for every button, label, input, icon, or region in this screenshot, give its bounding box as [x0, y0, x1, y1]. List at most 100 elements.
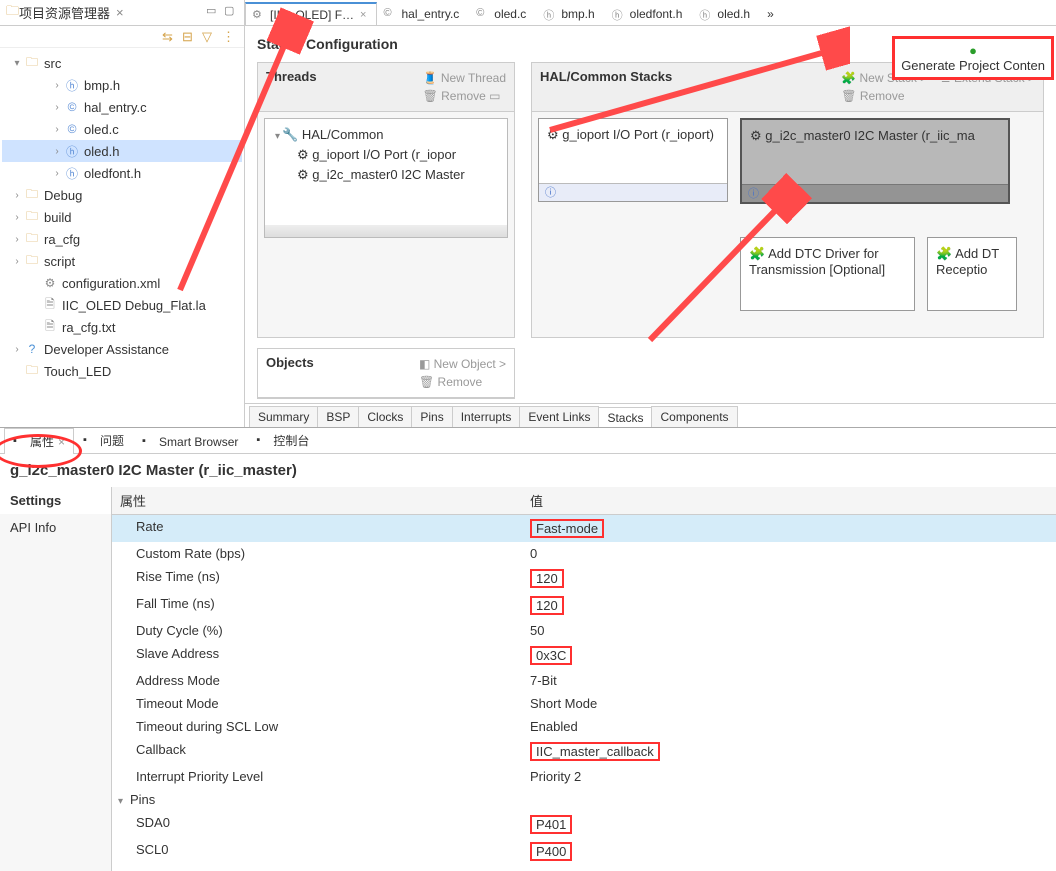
- config-tab-event-links[interactable]: Event Links: [519, 406, 599, 427]
- editor-tab[interactable]: ⚙[IIC_OLED] F…×: [245, 2, 377, 26]
- link-icon[interactable]: ⇆: [162, 29, 178, 45]
- property-value[interactable]: P401: [522, 813, 1056, 836]
- property-value[interactable]: 120: [522, 594, 1056, 617]
- property-row[interactable]: SDA0P401: [112, 811, 1056, 838]
- tree-item[interactable]: ›🗀build: [2, 206, 242, 228]
- editor-tab[interactable]: ⓗbmp.h: [536, 2, 605, 25]
- editor-tab[interactable]: ⓗoled.h: [692, 2, 761, 25]
- property-row[interactable]: CallbackIIC_master_callback: [112, 738, 1056, 765]
- menu-icon[interactable]: ⋮: [222, 29, 238, 45]
- expander-icon[interactable]: ▾: [10, 58, 24, 69]
- info-icon[interactable]: ⓘ: [742, 184, 1008, 202]
- tree-item[interactable]: ›🗀script: [2, 250, 242, 272]
- properties-side-tabs[interactable]: SettingsAPI Info: [0, 487, 112, 871]
- expander-icon[interactable]: ›: [50, 102, 64, 113]
- config-tab-stacks[interactable]: Stacks: [598, 407, 652, 427]
- property-row[interactable]: Fall Time (ns)120: [112, 592, 1056, 619]
- view-tab[interactable]: ▪属性 ×: [4, 428, 74, 454]
- property-value[interactable]: Short Mode: [522, 694, 1056, 713]
- expander-icon[interactable]: ›: [10, 234, 24, 245]
- editor-tab[interactable]: ©oled.c: [469, 2, 537, 25]
- bottom-view-tabs[interactable]: ▪属性 ×▪问题▪Smart Browser▪控制台: [0, 428, 1056, 454]
- tree-item[interactable]: ›ⓗoledfont.h: [2, 162, 242, 184]
- expander-icon[interactable]: ›: [50, 146, 64, 157]
- expander-icon[interactable]: ›: [10, 256, 24, 267]
- minimize-icon[interactable]: ▭: [206, 4, 220, 18]
- tree-item[interactable]: 🗎ra_cfg.txt: [2, 316, 242, 338]
- property-row[interactable]: Interrupt Priority LevelPriority 2: [112, 765, 1056, 788]
- expander-icon[interactable]: ›: [50, 168, 64, 179]
- tree-item[interactable]: ›ⓗoled.h: [2, 140, 242, 162]
- property-row[interactable]: Timeout during SCL LowEnabled: [112, 715, 1056, 738]
- expander-icon[interactable]: ›: [50, 124, 64, 135]
- property-row[interactable]: Duty Cycle (%)50: [112, 619, 1056, 642]
- collapse-icon[interactable]: ⊟: [182, 29, 198, 45]
- tree-item[interactable]: ›?Developer Assistance: [2, 338, 242, 360]
- property-value[interactable]: Priority 2: [522, 767, 1056, 786]
- tree-item[interactable]: ›🗀ra_cfg: [2, 228, 242, 250]
- config-tab-pins[interactable]: Pins: [411, 406, 452, 427]
- tree-item[interactable]: ›©hal_entry.c: [2, 96, 242, 118]
- config-tab-summary[interactable]: Summary: [249, 406, 318, 427]
- property-value[interactable]: 0: [522, 544, 1056, 563]
- close-icon[interactable]: ×: [116, 5, 124, 20]
- close-icon[interactable]: ×: [360, 9, 366, 21]
- stack-subbox-dtc-rx[interactable]: 🧩 Add DT Receptio: [927, 237, 1017, 311]
- generate-project-content-button[interactable]: ● Generate Project Conten: [892, 36, 1054, 80]
- new-thread-button[interactable]: 🧵 New Thread: [423, 69, 506, 87]
- tree-item[interactable]: 🗀Touch_LED: [2, 360, 242, 382]
- config-tab-components[interactable]: Components: [651, 406, 737, 427]
- property-row[interactable]: Timeout ModeShort Mode: [112, 692, 1056, 715]
- config-tab-interrupts[interactable]: Interrupts: [452, 406, 521, 427]
- config-tab-bsp[interactable]: BSP: [317, 406, 359, 427]
- tree-item[interactable]: ⚙configuration.xml: [2, 272, 242, 294]
- tree-item[interactable]: 🗎IIC_OLED Debug_Flat.la: [2, 294, 242, 316]
- maximize-icon[interactable]: ▢: [224, 4, 238, 18]
- property-value[interactable]: Enabled: [522, 717, 1056, 736]
- property-value[interactable]: P400: [522, 840, 1056, 863]
- property-value[interactable]: 7-Bit: [522, 671, 1056, 690]
- property-value[interactable]: 0x3C: [522, 644, 1056, 667]
- config-bottom-tabs[interactable]: SummaryBSPClocksPinsInterruptsEvent Link…: [245, 403, 1056, 427]
- expander-icon[interactable]: ›: [50, 80, 64, 91]
- property-value[interactable]: IIC_master_callback: [522, 740, 1056, 763]
- tree-item[interactable]: ›ⓗbmp.h: [2, 74, 242, 96]
- property-value[interactable]: [522, 790, 1056, 809]
- remove-thread-button[interactable]: 🗑 Remove ▭: [423, 87, 506, 105]
- project-tree[interactable]: ▾🗀src›ⓗbmp.h›©hal_entry.c›©oled.c›ⓗoled.…: [0, 48, 244, 427]
- property-value[interactable]: Fast-mode: [522, 517, 1056, 540]
- stack-subbox-dtc-tx[interactable]: 🧩 Add DTC Driver for Transmission [Optio…: [740, 237, 915, 311]
- property-value[interactable]: 120: [522, 567, 1056, 590]
- threads-list[interactable]: ▾🔧 HAL/Common ⚙ g_ioport I/O Port (r_iop…: [264, 118, 508, 238]
- view-tab[interactable]: ▪Smart Browser: [133, 430, 247, 453]
- tab-overflow[interactable]: »: [760, 2, 785, 25]
- remove-object-button[interactable]: 🗑 Remove: [419, 373, 506, 391]
- stack-box-i2c-master[interactable]: ⚙ g_i2c_master0 I2C Master (r_iic_ma ⓘ: [740, 118, 1010, 204]
- config-tab-clocks[interactable]: Clocks: [358, 406, 412, 427]
- view-tab[interactable]: ▪控制台: [247, 427, 318, 453]
- expander-icon[interactable]: ›: [10, 212, 24, 223]
- property-value[interactable]: 50: [522, 621, 1056, 640]
- editor-tabs[interactable]: ⚙[IIC_OLED] F…×©hal_entry.c©oled.cⓗbmp.h…: [245, 0, 1056, 26]
- info-icon[interactable]: ⓘ: [539, 183, 727, 201]
- tree-item[interactable]: ›©oled.c: [2, 118, 242, 140]
- view-tab[interactable]: ▪问题: [74, 427, 133, 453]
- property-row[interactable]: Custom Rate (bps)0: [112, 542, 1056, 565]
- properties-side-item[interactable]: API Info: [0, 514, 111, 541]
- editor-tab[interactable]: ⓗoledfont.h: [605, 2, 694, 25]
- expander-icon[interactable]: ›: [10, 344, 24, 355]
- filter-icon[interactable]: ▽: [202, 29, 218, 45]
- thread-child[interactable]: ⚙ g_i2c_master0 I2C Master: [271, 165, 501, 185]
- property-row[interactable]: Rise Time (ns)120: [112, 565, 1056, 592]
- thread-root[interactable]: ▾🔧 HAL/Common: [271, 125, 501, 145]
- new-object-button[interactable]: ◧ New Object >: [419, 355, 506, 373]
- property-row[interactable]: RateFast-mode: [112, 515, 1056, 542]
- property-row[interactable]: Address Mode7-Bit: [112, 669, 1056, 692]
- property-row[interactable]: Slave Address0x3C: [112, 642, 1056, 669]
- property-row[interactable]: SCL0P400: [112, 838, 1056, 865]
- remove-stack-button[interactable]: 🗑 Remove: [841, 89, 904, 103]
- properties-side-item[interactable]: Settings: [0, 487, 111, 514]
- tree-item[interactable]: ▾🗀src: [2, 52, 242, 74]
- expander-icon[interactable]: ›: [10, 190, 24, 201]
- thread-child[interactable]: ⚙ g_ioport I/O Port (r_iopor: [271, 145, 501, 165]
